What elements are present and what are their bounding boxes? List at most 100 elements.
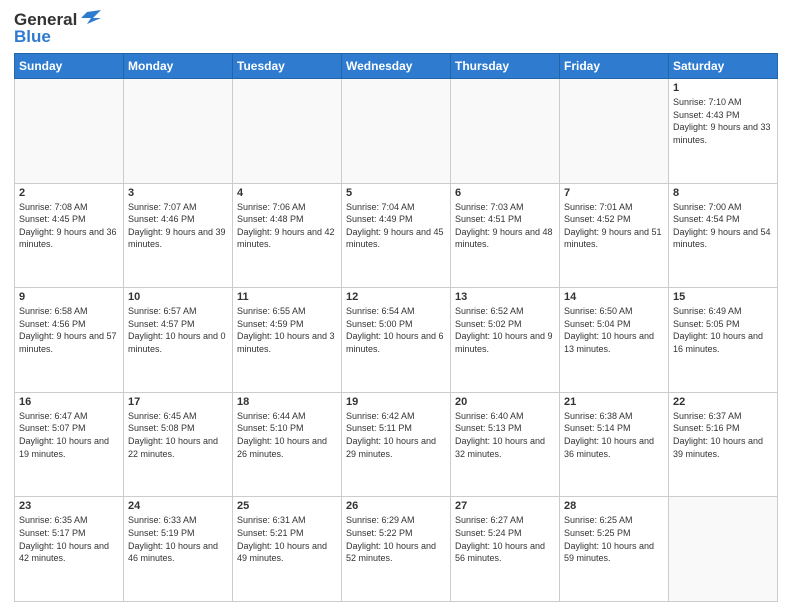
day-info: Sunrise: 6:33 AM Sunset: 5:19 PM Dayligh… bbox=[128, 514, 228, 564]
calendar-week-row: 2 Sunrise: 7:08 AM Sunset: 4:45 PM Daylig… bbox=[15, 183, 778, 288]
day-number: 4 bbox=[237, 187, 337, 199]
col-header-thursday: Thursday bbox=[451, 54, 560, 79]
col-header-saturday: Saturday bbox=[669, 54, 778, 79]
col-header-tuesday: Tuesday bbox=[233, 54, 342, 79]
day-info: Sunrise: 6:47 AM Sunset: 5:07 PM Dayligh… bbox=[19, 410, 119, 460]
calendar-cell: 4 Sunrise: 7:06 AM Sunset: 4:48 PM Daylig… bbox=[233, 183, 342, 288]
calendar-cell: 6 Sunrise: 7:03 AM Sunset: 4:51 PM Daylig… bbox=[451, 183, 560, 288]
day-number: 6 bbox=[455, 187, 555, 199]
day-number: 21 bbox=[564, 396, 664, 408]
calendar-week-row: 23Sunrise: 6:35 AM Sunset: 5:17 PM Dayli… bbox=[15, 497, 778, 602]
calendar-week-row: 16 Sunrise: 6:47 AM Sunset: 5:07 PM Dayli… bbox=[15, 392, 778, 497]
calendar-cell: 25 Sunrise: 6:31 AM Sunset: 5:21 PM Dayli… bbox=[233, 497, 342, 602]
day-info: Sunrise: 7:03 AM Sunset: 4:51 PM Dayligh… bbox=[455, 201, 555, 251]
calendar-week-row: 1Sunrise: 7:10 AM Sunset: 4:43 PM Daylig… bbox=[15, 79, 778, 184]
day-info: Sunrise: 6:58 AM Sunset: 4:56 PM Dayligh… bbox=[19, 305, 119, 355]
day-info: Sunrise: 6:35 AM Sunset: 5:17 PM Dayligh… bbox=[19, 514, 119, 564]
day-info: Sunrise: 6:27 AM Sunset: 5:24 PM Dayligh… bbox=[455, 514, 555, 564]
day-number: 2 bbox=[19, 187, 119, 199]
calendar-cell bbox=[560, 79, 669, 184]
logo: General Blue bbox=[14, 10, 101, 47]
day-info: Sunrise: 7:08 AM Sunset: 4:45 PM Dayligh… bbox=[19, 201, 119, 251]
day-info: Sunrise: 6:50 AM Sunset: 5:04 PM Dayligh… bbox=[564, 305, 664, 355]
day-number: 25 bbox=[237, 500, 337, 512]
day-info: Sunrise: 7:06 AM Sunset: 4:48 PM Dayligh… bbox=[237, 201, 337, 251]
day-info: Sunrise: 6:25 AM Sunset: 5:25 PM Dayligh… bbox=[564, 514, 664, 564]
calendar-cell: 12 Sunrise: 6:54 AM Sunset: 5:00 PM Dayli… bbox=[342, 288, 451, 393]
calendar-cell: 26 Sunrise: 6:29 AM Sunset: 5:22 PM Dayli… bbox=[342, 497, 451, 602]
calendar-cell: 9 Sunrise: 6:58 AM Sunset: 4:56 PM Daylig… bbox=[15, 288, 124, 393]
calendar-cell: 28 Sunrise: 6:25 AM Sunset: 5:25 PM Dayli… bbox=[560, 497, 669, 602]
calendar-cell: 7Sunrise: 7:01 AM Sunset: 4:52 PM Daylig… bbox=[560, 183, 669, 288]
day-info: Sunrise: 6:42 AM Sunset: 5:11 PM Dayligh… bbox=[346, 410, 446, 460]
day-number: 19 bbox=[346, 396, 446, 408]
day-number: 16 bbox=[19, 396, 119, 408]
calendar-cell: 19 Sunrise: 6:42 AM Sunset: 5:11 PM Dayli… bbox=[342, 392, 451, 497]
day-info: Sunrise: 7:04 AM Sunset: 4:49 PM Dayligh… bbox=[346, 201, 446, 251]
calendar-cell: 20 Sunrise: 6:40 AM Sunset: 5:13 PM Dayli… bbox=[451, 392, 560, 497]
calendar-cell: 18 Sunrise: 6:44 AM Sunset: 5:10 PM Dayli… bbox=[233, 392, 342, 497]
day-info: Sunrise: 6:54 AM Sunset: 5:00 PM Dayligh… bbox=[346, 305, 446, 355]
day-number: 24 bbox=[128, 500, 228, 512]
calendar-cell: 21Sunrise: 6:38 AM Sunset: 5:14 PM Dayli… bbox=[560, 392, 669, 497]
calendar-cell: 2 Sunrise: 7:08 AM Sunset: 4:45 PM Daylig… bbox=[15, 183, 124, 288]
day-info: Sunrise: 6:29 AM Sunset: 5:22 PM Dayligh… bbox=[346, 514, 446, 564]
day-info: Sunrise: 6:31 AM Sunset: 5:21 PM Dayligh… bbox=[237, 514, 337, 564]
calendar-cell: 10 Sunrise: 6:57 AM Sunset: 4:57 PM Dayli… bbox=[124, 288, 233, 393]
col-header-sunday: Sunday bbox=[15, 54, 124, 79]
day-info: Sunrise: 6:44 AM Sunset: 5:10 PM Dayligh… bbox=[237, 410, 337, 460]
calendar-header-row: SundayMondayTuesdayWednesdayThursdayFrid… bbox=[15, 54, 778, 79]
day-number: 1 bbox=[673, 82, 773, 94]
calendar-cell: 3 Sunrise: 7:07 AM Sunset: 4:46 PM Daylig… bbox=[124, 183, 233, 288]
calendar-cell: 16 Sunrise: 6:47 AM Sunset: 5:07 PM Dayli… bbox=[15, 392, 124, 497]
day-number: 18 bbox=[237, 396, 337, 408]
day-number: 3 bbox=[128, 187, 228, 199]
day-info: Sunrise: 7:07 AM Sunset: 4:46 PM Dayligh… bbox=[128, 201, 228, 251]
day-info: Sunrise: 6:45 AM Sunset: 5:08 PM Dayligh… bbox=[128, 410, 228, 460]
day-info: Sunrise: 6:37 AM Sunset: 5:16 PM Dayligh… bbox=[673, 410, 773, 460]
logo-bird-icon bbox=[79, 8, 101, 30]
day-info: Sunrise: 6:40 AM Sunset: 5:13 PM Dayligh… bbox=[455, 410, 555, 460]
col-header-monday: Monday bbox=[124, 54, 233, 79]
day-info: Sunrise: 7:00 AM Sunset: 4:54 PM Dayligh… bbox=[673, 201, 773, 251]
day-info: Sunrise: 6:52 AM Sunset: 5:02 PM Dayligh… bbox=[455, 305, 555, 355]
calendar-cell: 5Sunrise: 7:04 AM Sunset: 4:49 PM Daylig… bbox=[342, 183, 451, 288]
day-number: 9 bbox=[19, 291, 119, 303]
day-number: 20 bbox=[455, 396, 555, 408]
calendar-cell: 8Sunrise: 7:00 AM Sunset: 4:54 PM Daylig… bbox=[669, 183, 778, 288]
calendar-cell: 17 Sunrise: 6:45 AM Sunset: 5:08 PM Dayli… bbox=[124, 392, 233, 497]
calendar-cell: 1Sunrise: 7:10 AM Sunset: 4:43 PM Daylig… bbox=[669, 79, 778, 184]
day-number: 12 bbox=[346, 291, 446, 303]
calendar-cell: 23Sunrise: 6:35 AM Sunset: 5:17 PM Dayli… bbox=[15, 497, 124, 602]
calendar-cell: 22 Sunrise: 6:37 AM Sunset: 5:16 PM Dayli… bbox=[669, 392, 778, 497]
day-info: Sunrise: 6:49 AM Sunset: 5:05 PM Dayligh… bbox=[673, 305, 773, 355]
calendar-cell bbox=[342, 79, 451, 184]
day-number: 22 bbox=[673, 396, 773, 408]
day-number: 15 bbox=[673, 291, 773, 303]
day-number: 14 bbox=[564, 291, 664, 303]
calendar-cell: 27 Sunrise: 6:27 AM Sunset: 5:24 PM Dayli… bbox=[451, 497, 560, 602]
day-number: 28 bbox=[564, 500, 664, 512]
day-number: 13 bbox=[455, 291, 555, 303]
day-number: 10 bbox=[128, 291, 228, 303]
day-number: 17 bbox=[128, 396, 228, 408]
logo-text-blue: Blue bbox=[14, 27, 101, 47]
col-header-wednesday: Wednesday bbox=[342, 54, 451, 79]
col-header-friday: Friday bbox=[560, 54, 669, 79]
calendar-table: SundayMondayTuesdayWednesdayThursdayFrid… bbox=[14, 53, 778, 602]
calendar-cell bbox=[669, 497, 778, 602]
day-number: 26 bbox=[346, 500, 446, 512]
day-info: Sunrise: 6:55 AM Sunset: 4:59 PM Dayligh… bbox=[237, 305, 337, 355]
day-number: 27 bbox=[455, 500, 555, 512]
calendar-cell: 15 Sunrise: 6:49 AM Sunset: 5:05 PM Dayli… bbox=[669, 288, 778, 393]
calendar-cell bbox=[451, 79, 560, 184]
calendar-cell: 24 Sunrise: 6:33 AM Sunset: 5:19 PM Dayli… bbox=[124, 497, 233, 602]
calendar-cell bbox=[124, 79, 233, 184]
calendar-cell: 11 Sunrise: 6:55 AM Sunset: 4:59 PM Dayli… bbox=[233, 288, 342, 393]
calendar-cell: 14 Sunrise: 6:50 AM Sunset: 5:04 PM Dayli… bbox=[560, 288, 669, 393]
calendar-cell: 13 Sunrise: 6:52 AM Sunset: 5:02 PM Dayli… bbox=[451, 288, 560, 393]
day-number: 11 bbox=[237, 291, 337, 303]
calendar-cell bbox=[233, 79, 342, 184]
day-info: Sunrise: 6:57 AM Sunset: 4:57 PM Dayligh… bbox=[128, 305, 228, 355]
day-number: 7 bbox=[564, 187, 664, 199]
